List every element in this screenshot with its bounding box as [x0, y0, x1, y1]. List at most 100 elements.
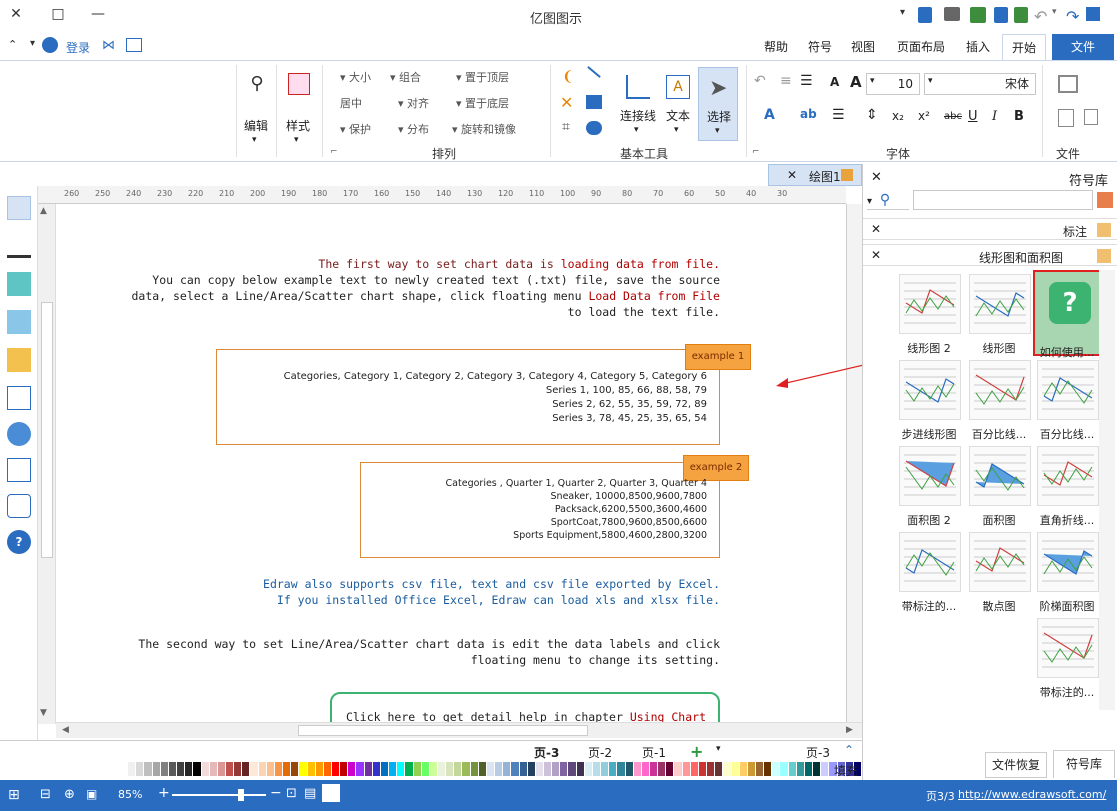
color-swatch[interactable]: [185, 762, 194, 776]
color-swatch[interactable]: [519, 762, 528, 776]
color-swatch[interactable]: [658, 762, 667, 776]
new-icon[interactable]: [1014, 7, 1028, 23]
canvas[interactable]: 260 250 240 230 220 210 200 190 180 170 160 150 140 1…: [38, 186, 862, 738]
color-swatch[interactable]: [291, 762, 300, 776]
line-color-icon[interactable]: [7, 234, 31, 258]
color-swatch[interactable]: [756, 762, 765, 776]
shrink-font-icon[interactable]: A: [830, 75, 839, 89]
superscript-icon[interactable]: x²: [918, 109, 930, 123]
gear-icon[interactable]: [42, 37, 58, 53]
subscript-icon[interactable]: x₂: [892, 109, 904, 123]
color-swatch[interactable]: [707, 762, 716, 776]
color-swatch[interactable]: [739, 762, 748, 776]
bullets-icon[interactable]: ☰: [832, 107, 845, 123]
highlight-icon[interactable]: ab: [800, 107, 817, 121]
color-swatch[interactable]: [144, 762, 153, 776]
comment-icon[interactable]: [7, 494, 31, 518]
font-name-select[interactable]: 宋体: [924, 73, 1036, 95]
shape-thumbnail[interactable]: [969, 274, 1031, 334]
color-swatch[interactable]: [674, 762, 683, 776]
color-swatch[interactable]: [421, 762, 430, 776]
shape-thumbnail[interactable]: [969, 532, 1031, 592]
color-swatch[interactable]: [217, 762, 226, 776]
color-swatch[interactable]: [601, 762, 610, 776]
zoom-slider-thumb[interactable]: [238, 789, 244, 801]
page-icon[interactable]: [7, 386, 31, 410]
example1-box[interactable]: example 1 Categories, Category 1, Catego…: [216, 344, 751, 445]
ellipse-icon[interactable]: [586, 121, 602, 135]
maximize-button[interactable]: □: [46, 2, 70, 26]
view-mode-icon-3[interactable]: [322, 784, 340, 802]
attachment-icon[interactable]: [7, 458, 31, 482]
page-tab-2[interactable]: 页-2: [588, 744, 612, 761]
scroll-thumb[interactable]: [41, 302, 53, 558]
shape-thumbnail[interactable]: [1037, 532, 1099, 592]
color-swatch[interactable]: [486, 762, 496, 776]
tab-symbol[interactable]: 符号: [800, 34, 840, 60]
color-swatch[interactable]: [560, 762, 569, 776]
color-swatch[interactable]: [772, 762, 781, 776]
color-swatch[interactable]: [364, 762, 373, 776]
color-swatch[interactable]: [226, 762, 235, 776]
italic-icon[interactable]: I: [992, 109, 997, 124]
zoom-slider[interactable]: [172, 789, 266, 801]
shape-thumbnail[interactable]: [899, 532, 961, 592]
view-mode-icon-1[interactable]: ⊡: [286, 786, 297, 801]
fill-icon[interactable]: [7, 196, 31, 220]
zoom-in-icon[interactable]: ⊕: [64, 787, 75, 802]
shadow-icon[interactable]: [7, 272, 31, 296]
color-swatch[interactable]: [796, 762, 805, 776]
line-spacing-icon[interactable]: ☰: [800, 73, 813, 89]
color-swatch[interactable]: [682, 762, 691, 776]
section-line-area-charts[interactable]: ✕ 线形图和面积图: [863, 244, 1117, 266]
text-tool-button[interactable]: A 文本 ▾: [660, 67, 696, 141]
tab-help[interactable]: 帮助: [756, 34, 796, 60]
edit-button[interactable]: ⚲ 编辑 ▾: [238, 69, 276, 149]
tab-page-layout[interactable]: 页面布局: [888, 34, 954, 60]
library-menu-icon[interactable]: [1097, 192, 1113, 208]
dialog-launcher-icon[interactable]: ⌐: [330, 147, 338, 157]
color-swatch[interactable]: [446, 762, 455, 776]
color-swatch[interactable]: [666, 762, 675, 776]
color-swatch[interactable]: [193, 762, 202, 776]
arc-icon[interactable]: ❨: [562, 69, 574, 85]
color-swatch[interactable]: [650, 762, 659, 776]
print-icon[interactable]: [944, 7, 960, 21]
line-icon[interactable]: [587, 66, 601, 78]
color-swatch[interactable]: [535, 762, 544, 776]
color-swatch[interactable]: [495, 762, 504, 776]
color-swatch[interactable]: [323, 762, 332, 776]
close-button[interactable]: ✕: [4, 2, 28, 26]
image-icon[interactable]: [7, 310, 31, 334]
color-swatch[interactable]: [544, 762, 553, 776]
color-swatch[interactable]: [242, 762, 251, 776]
zoom-plus-button[interactable]: +: [158, 785, 170, 801]
options-dropdown-icon[interactable]: ▾: [30, 38, 35, 49]
color-swatch[interactable]: [576, 762, 585, 776]
grow-font-icon[interactable]: A: [850, 73, 862, 91]
open-icon[interactable]: [994, 7, 1008, 23]
color-swatch[interactable]: [592, 762, 602, 776]
style-button[interactable]: 样式 ▾: [280, 69, 318, 149]
connector-style-icon[interactable]: ↶: [754, 73, 766, 89]
color-swatch[interactable]: [348, 762, 357, 776]
color-swatch[interactable]: [356, 762, 365, 776]
login-link[interactable]: 登录: [66, 39, 90, 56]
connector-tool-button[interactable]: 连接线 ▾: [620, 67, 658, 141]
color-swatch[interactable]: [462, 762, 471, 776]
page-tab-active[interactable]: 页-3: [534, 744, 559, 761]
color-swatch[interactable]: [250, 762, 259, 776]
color-swatch[interactable]: [584, 762, 593, 776]
color-swatch[interactable]: [201, 762, 210, 776]
color-swatch[interactable]: [470, 762, 479, 776]
color-swatch[interactable]: [568, 762, 577, 776]
color-swatch[interactable]: [389, 762, 398, 776]
color-swatch[interactable]: [332, 762, 341, 776]
dialog-launcher-icon[interactable]: ⌐: [752, 147, 760, 157]
color-swatch[interactable]: [397, 762, 406, 776]
color-swatch[interactable]: [633, 762, 642, 776]
color-swatch[interactable]: [625, 762, 634, 776]
page-tab-1[interactable]: 页-1: [642, 744, 666, 761]
send-to-back-button[interactable]: ▾ 置于底层: [456, 95, 546, 111]
crop-icon[interactable]: ⌗: [562, 119, 570, 135]
